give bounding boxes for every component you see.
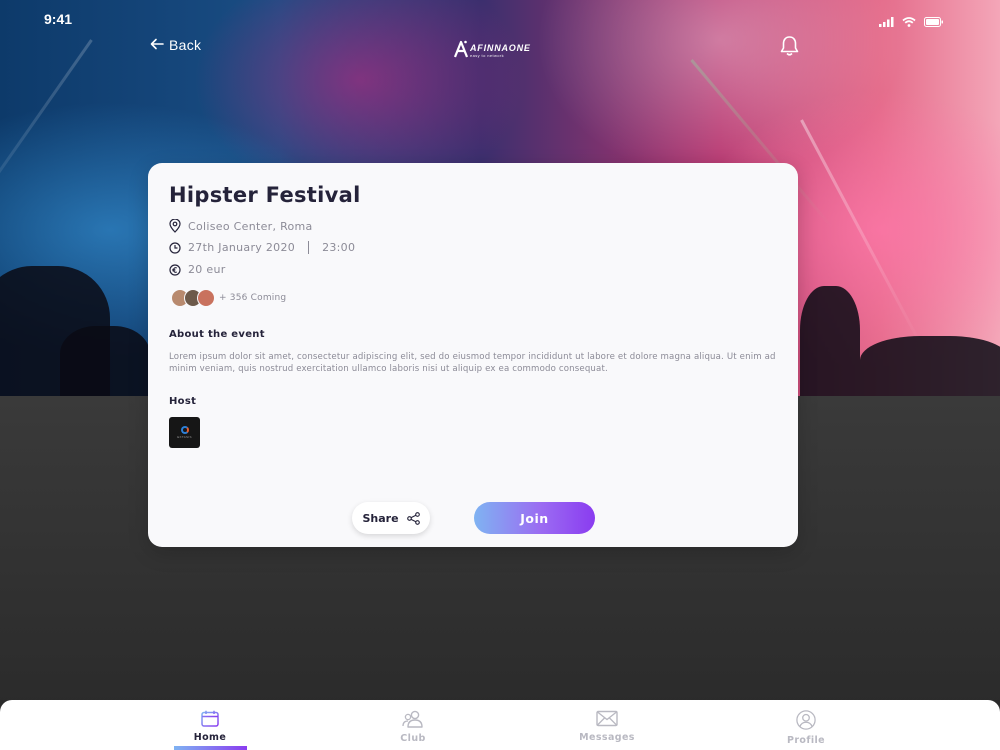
signal-icon [879,12,894,31]
logo-tagline: easy to network [470,53,505,58]
bottom-tab-bar: Home Club Messages Profile [0,700,1000,750]
date-time-divider [308,241,310,254]
logo-text: AFINNAONE [470,43,531,53]
app-logo: AFINNAONE easy to network [454,40,531,58]
tab-home[interactable]: Home [160,710,260,743]
envelope-icon [596,710,618,727]
status-time: 9:41 [44,11,73,27]
tab-label: Club [400,733,426,744]
host-logo-mark-icon [180,426,189,434]
user-circle-icon [796,710,816,730]
tab-messages[interactable]: Messages [557,710,657,743]
share-icon [406,511,420,525]
host-logo-text: EXTASIS [177,435,192,439]
event-date: 27th January 2020 [188,241,296,254]
event-title: Hipster Festival [169,183,361,207]
notifications-button[interactable] [779,35,800,61]
attendees-summary[interactable]: + 356 Coming [171,289,286,307]
logo-mark-icon [454,40,468,58]
location-pin-icon [169,219,181,233]
tab-club[interactable]: Club [363,710,463,744]
back-button[interactable]: Back [150,37,201,53]
back-label: Back [169,37,202,53]
join-button[interactable]: Join [474,502,595,534]
about-title: About the event [169,329,265,340]
active-tab-indicator [174,746,247,750]
event-price-text: 20 eur [188,263,226,276]
event-card: Hipster Festival Coliseo Center, Roma 27… [148,163,798,547]
bell-icon [780,36,799,56]
euro-icon [169,263,181,276]
clock-icon [169,241,181,254]
status-icons [879,12,944,31]
event-location-text: Coliseo Center, Roma [188,219,313,233]
about-text: Lorem ipsum dolor sit amet, consectetur … [169,352,776,374]
event-location: Coliseo Center, Roma [169,219,313,233]
event-datetime: 27th January 2020 23:00 [169,241,355,254]
avatar [197,289,215,307]
tab-profile[interactable]: Profile [756,710,856,746]
host-logo[interactable]: EXTASIS [169,417,200,448]
calendar-icon [201,710,219,727]
tab-label: Home [193,732,227,743]
users-icon [402,710,423,728]
attendees-count: + 356 Coming [219,293,287,303]
share-label: Share [362,511,399,525]
tab-label: Messages [579,732,635,743]
battery-icon [924,12,944,31]
wifi-icon [902,12,916,31]
tab-label: Profile [786,735,826,746]
arrow-left-icon [150,37,164,53]
host-title: Host [169,396,197,407]
event-time: 23:00 [322,241,356,254]
share-button[interactable]: Share [352,502,430,534]
event-price: 20 eur [169,263,226,276]
